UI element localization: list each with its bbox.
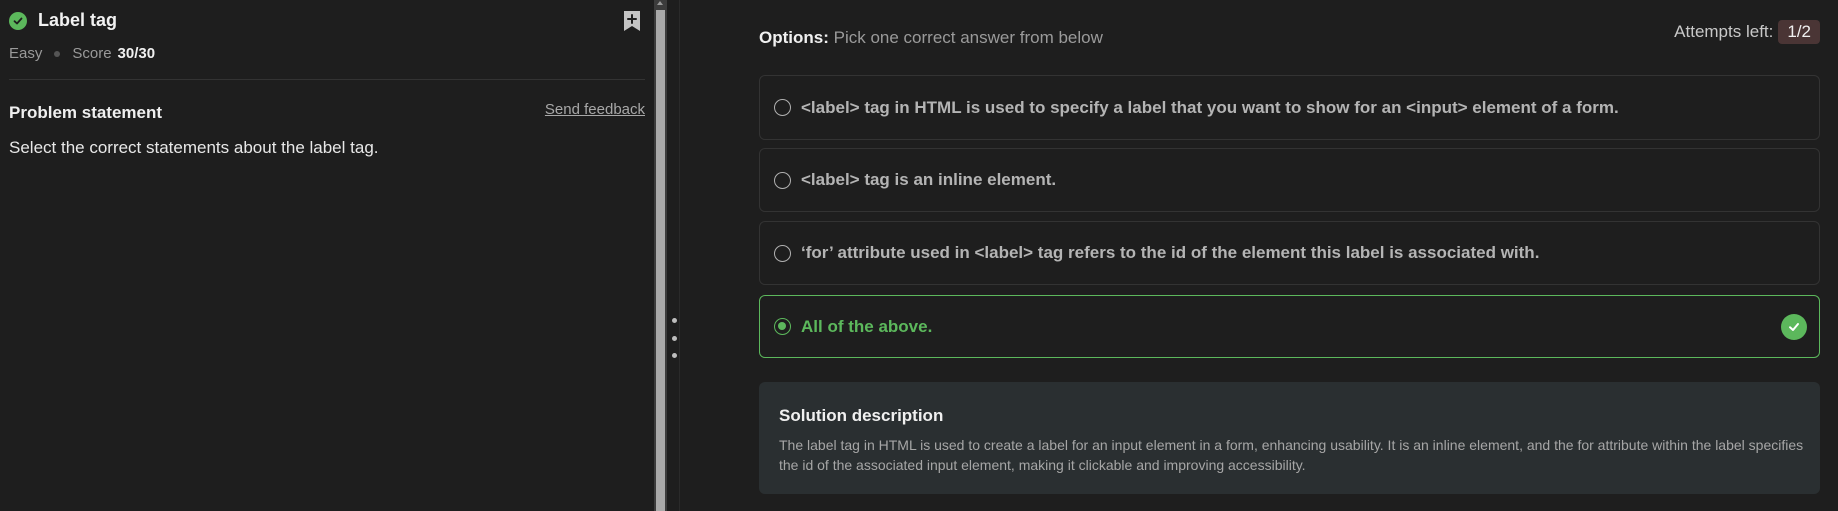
radio-button-selected[interactable] (774, 318, 791, 335)
problem-statement-text: Select the correct statements about the … (9, 138, 379, 157)
question-meta: Easy Score 30/30 (9, 45, 155, 62)
separator-dot (54, 50, 61, 57)
scroll-up-icon[interactable] (657, 1, 663, 5)
option-1[interactable]: <label> tag in HTML is used to specify a… (759, 75, 1820, 140)
solution-panel: Solution description The label tag in HT… (759, 382, 1820, 494)
radio-button[interactable] (774, 244, 791, 262)
check-circle-icon (9, 11, 27, 30)
option-3[interactable]: ‘for’ attribute used in <label> tag refe… (759, 221, 1820, 285)
attempts-badge: 1/2 (1778, 20, 1820, 44)
scrollbar[interactable] (654, 0, 667, 511)
option-text: ‘for’ attribute used in <label> tag refe… (801, 243, 1540, 262)
question-title: Label tag (38, 10, 118, 30)
options-heading: Options: Pick one correct answer from be… (759, 28, 1103, 48)
drag-dot (671, 335, 677, 341)
title-row: Label tag (9, 10, 117, 31)
option-4[interactable]: All of the above. (759, 295, 1820, 358)
difficulty-label: Easy (9, 45, 43, 62)
option-2[interactable]: <label> tag is an inline element. (759, 148, 1820, 212)
divider (9, 79, 645, 80)
solution-text: The label tag in HTML is used to create … (779, 437, 1804, 473)
solution-title: Solution description (779, 406, 944, 425)
pane-splitter[interactable] (667, 0, 679, 511)
drag-dot (671, 318, 677, 323)
options-heading-hint: Pick one correct answer from below (833, 28, 1103, 47)
option-text: <label> tag in HTML is used to specify a… (801, 97, 1619, 117)
problem-pane: Label tag Easy Score 30/30 Problem state… (0, 0, 654, 511)
options-pane: Options: Pick one correct answer from be… (680, 0, 1838, 511)
attempts-label: Attempts left: (1674, 22, 1774, 41)
scrollbar-thumb[interactable] (656, 10, 665, 511)
check-icon (1781, 313, 1807, 340)
drag-dot (671, 353, 677, 358)
options-heading-bold: Options: (759, 28, 829, 47)
attempts-indicator: Attempts left: 1/2 (1674, 20, 1820, 44)
radio-button[interactable] (774, 171, 791, 189)
score-label: Score (72, 45, 112, 62)
send-feedback-link[interactable]: Send feedback (545, 101, 645, 118)
option-text: <label> tag is an inline element. (801, 170, 1057, 189)
bookmark-add-icon[interactable] (622, 10, 642, 32)
app-window: Label tag Easy Score 30/30 Problem state… (0, 0, 1838, 511)
radio-button[interactable] (774, 99, 791, 116)
score-value: 30/30 (117, 45, 156, 62)
option-text: All of the above. (801, 316, 933, 336)
drag-handle-icon[interactable] (671, 318, 677, 358)
problem-statement-heading: Problem statement (9, 103, 163, 122)
